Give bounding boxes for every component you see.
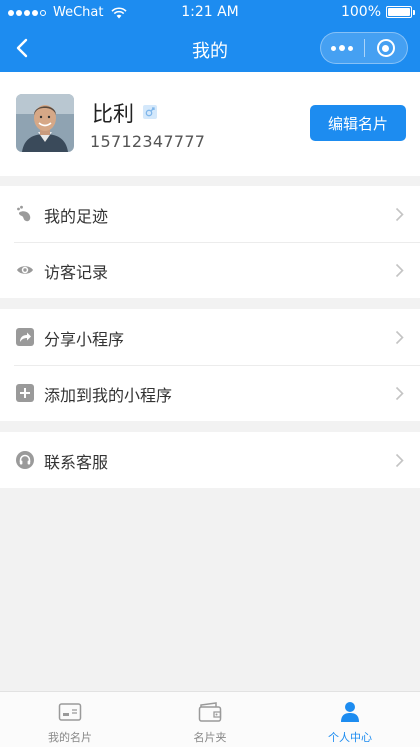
menu-item-share[interactable]: 分享小程序 — [0, 309, 420, 365]
tab-card-holder[interactable]: 名片夹 — [140, 692, 280, 747]
share-icon — [16, 328, 34, 346]
eye-icon — [17, 266, 33, 274]
avatar[interactable] — [16, 94, 74, 152]
footprint-icon — [17, 205, 31, 222]
menu-item-customer-service[interactable]: 联系客服 — [0, 432, 420, 488]
user-icon — [341, 702, 359, 722]
tab-label: 名片夹 — [193, 731, 227, 744]
nav-bar: 我的 — [0, 26, 420, 72]
avatar-image — [16, 94, 74, 152]
more-dots-icon — [331, 45, 354, 51]
profile-card: 比利 15712347777 编辑名片 — [0, 72, 420, 176]
menu-group-share: 分享小程序 添加到我的小程序 — [0, 309, 420, 421]
menu-item-label: 联系客服 — [44, 453, 109, 472]
menu-item-label: 我的足迹 — [44, 207, 109, 226]
battery-percent: 100% — [340, 4, 381, 20]
headset-icon — [16, 451, 34, 469]
menu-item-visitors[interactable]: 访客记录 — [0, 242, 420, 298]
male-icon — [143, 105, 157, 119]
business-card-icon — [58, 703, 82, 721]
menu-item-add-miniprogram[interactable]: 添加到我的小程序 — [0, 365, 420, 421]
more-button[interactable] — [321, 33, 364, 63]
miniprogram-close-icon — [376, 39, 395, 57]
chevron-right-icon — [395, 207, 404, 222]
tab-label: 个人中心 — [328, 731, 372, 744]
tab-my-card[interactable]: 我的名片 — [0, 692, 140, 747]
battery-icon — [386, 6, 415, 18]
capsule-menu — [320, 32, 408, 64]
battery-group: 100% — [340, 4, 415, 20]
user-name: 比利 — [92, 102, 134, 126]
status-bar: WeChat 1:21 AM 100% — [0, 0, 420, 26]
chevron-right-icon — [395, 386, 404, 401]
card-holder-icon — [198, 702, 222, 722]
add-icon — [16, 384, 34, 402]
chevron-right-icon — [395, 453, 404, 468]
edit-card-button[interactable]: 编辑名片 — [310, 105, 406, 141]
menu-item-footprint[interactable]: 我的足迹 — [0, 186, 420, 242]
chevron-right-icon — [395, 330, 404, 345]
menu-item-label: 添加到我的小程序 — [44, 386, 173, 405]
user-phone: 15712347777 — [90, 132, 206, 151]
menu-item-label: 访客记录 — [44, 263, 109, 282]
menu-group-support: 联系客服 — [0, 432, 420, 488]
close-miniprogram-button[interactable] — [364, 33, 407, 63]
tab-label: 我的名片 — [48, 731, 92, 744]
menu-item-label: 分享小程序 — [44, 330, 125, 349]
tab-bar: 我的名片 名片夹 个人中心 — [0, 691, 420, 747]
tab-personal-center[interactable]: 个人中心 — [280, 692, 420, 747]
menu-group-history: 我的足迹 访客记录 — [0, 186, 420, 298]
chevron-right-icon — [395, 263, 404, 278]
